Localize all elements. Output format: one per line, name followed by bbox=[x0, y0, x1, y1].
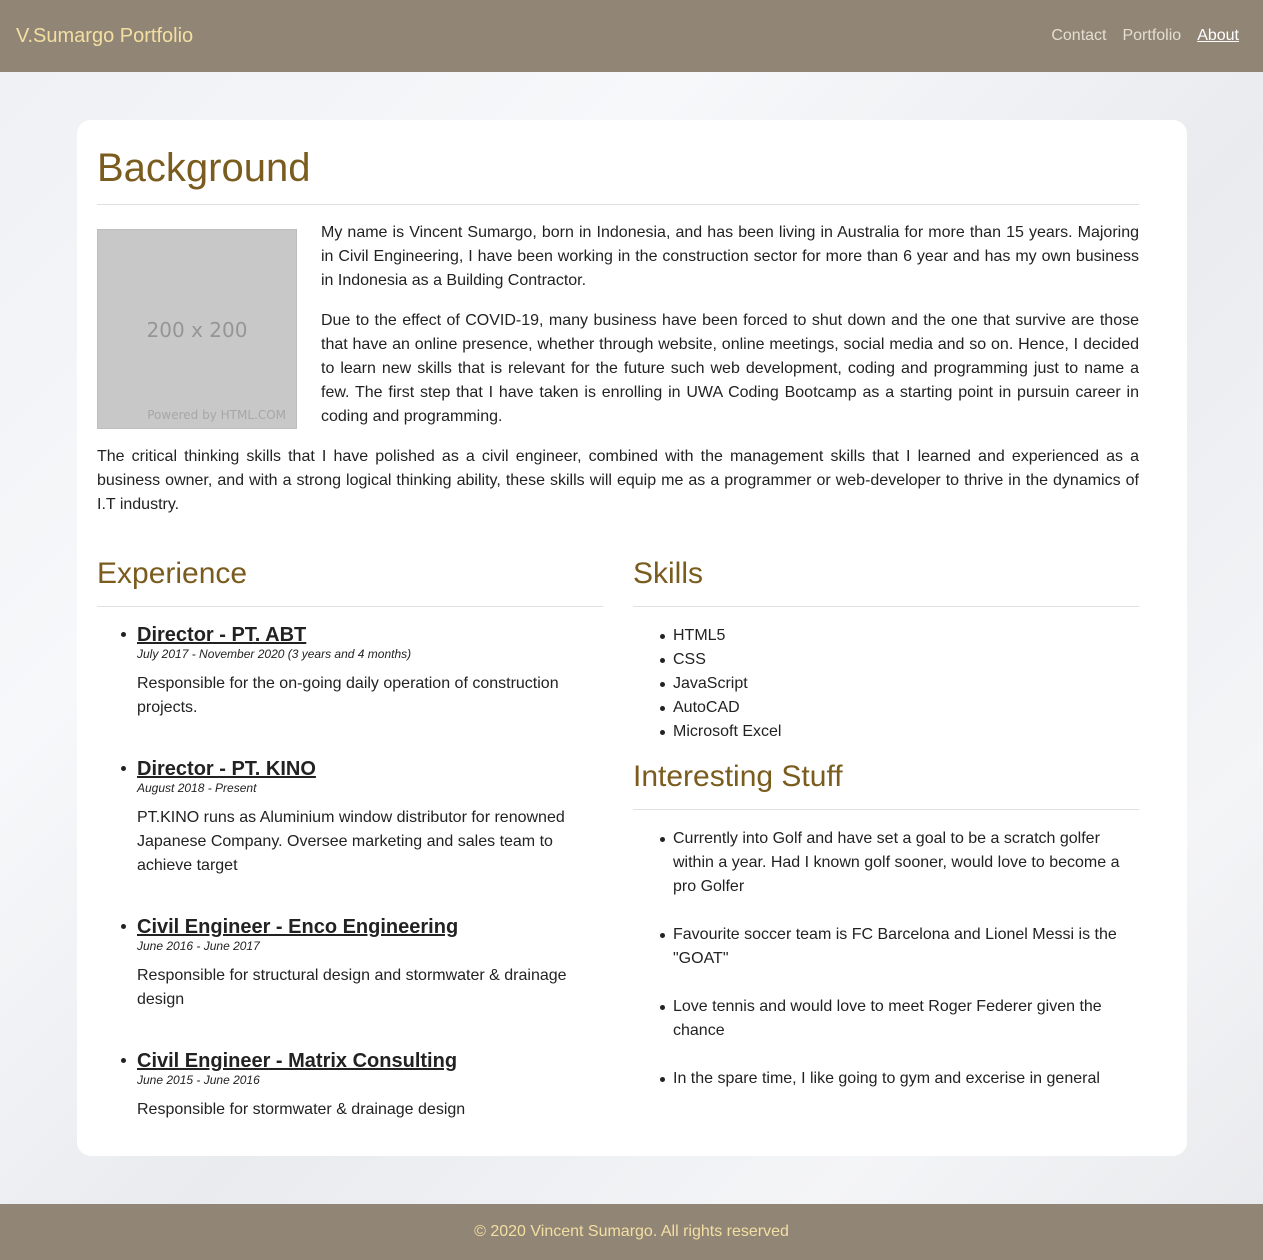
job-item: Director - PT. ABT July 2017 - November … bbox=[121, 624, 607, 720]
list-item: Favourite soccer team is FC Barcelona an… bbox=[633, 923, 1139, 971]
skills-list: HTML5 CSS JavaScript AutoCAD Microsoft E… bbox=[633, 624, 1139, 744]
list-item: AutoCAD bbox=[633, 696, 1139, 720]
interesting-stuff-divider bbox=[633, 809, 1139, 810]
list-item: Love tennis and would love to meet Roger… bbox=[633, 995, 1139, 1043]
background-divider bbox=[97, 204, 1139, 205]
job-title-link[interactable]: Civil Engineer - Matrix Consulting bbox=[137, 1050, 607, 1072]
skills-divider bbox=[633, 606, 1139, 607]
bullet-icon bbox=[121, 632, 126, 637]
job-title-link[interactable]: Director - PT. KINO bbox=[137, 758, 607, 780]
photo-dimension-label: 200 x 200 bbox=[146, 318, 248, 342]
nav-link-portfolio[interactable]: Portfolio bbox=[1122, 26, 1181, 46]
job-dates: June 2016 - June 2017 bbox=[137, 939, 260, 953]
nav-links: Contact Portfolio About bbox=[1051, 26, 1239, 46]
job-description: Responsible for structural design and st… bbox=[137, 967, 567, 1008]
background-heading: Background bbox=[97, 146, 311, 190]
list-item: Microsoft Excel bbox=[633, 720, 1139, 744]
brand-link[interactable]: V.Sumargo Portfolio bbox=[16, 24, 193, 48]
job-description: PT.KINO runs as Aluminium window distrib… bbox=[137, 809, 565, 874]
nav-link-about[interactable]: About bbox=[1197, 26, 1239, 46]
experience-divider bbox=[97, 606, 603, 607]
job-dates: July 2017 - November 2020 (3 years and 4… bbox=[137, 647, 412, 661]
profile-photo-placeholder: 200 x 200 Powered by HTML.COM bbox=[97, 229, 297, 429]
job-title-link[interactable]: Civil Engineer - Enco Engineering bbox=[137, 916, 607, 938]
photo-credit: Powered by HTML.COM bbox=[147, 408, 286, 422]
bio-paragraph-1: My name is Vincent Sumargo, born in Indo… bbox=[321, 224, 1139, 289]
bullet-icon bbox=[121, 1058, 126, 1063]
job-dates: June 2015 - June 2016 bbox=[137, 1073, 260, 1087]
list-item: JavaScript bbox=[633, 672, 1139, 696]
skills-heading: Skills bbox=[633, 557, 704, 590]
bullet-icon bbox=[121, 766, 126, 771]
footer: © 2020 Vincent Sumargo. All rights reser… bbox=[0, 1204, 1263, 1260]
list-item: Currently into Golf and have set a goal … bbox=[633, 827, 1139, 899]
list-item: CSS bbox=[633, 648, 1139, 672]
job-description: Responsible for the on-going daily opera… bbox=[137, 675, 559, 716]
bullet-icon bbox=[121, 924, 126, 929]
content-card: Background 200 x 200 Powered by HTML.COM… bbox=[77, 120, 1187, 1156]
navbar: V.Sumargo Portfolio Contact Portfolio Ab… bbox=[0, 0, 1263, 72]
interesting-stuff-list: Currently into Golf and have set a goal … bbox=[633, 827, 1139, 1115]
footer-copyright: © 2020 Vincent Sumargo. All rights reser… bbox=[474, 1223, 789, 1240]
list-item: In the spare time, I like going to gym a… bbox=[633, 1067, 1139, 1091]
job-description: Responsible for stormwater & drainage de… bbox=[137, 1101, 466, 1118]
list-item: HTML5 bbox=[633, 624, 1139, 648]
interesting-stuff-heading: Interesting Stuff bbox=[633, 760, 843, 793]
job-item: Civil Engineer - Matrix Consulting June … bbox=[121, 1050, 607, 1122]
job-item: Civil Engineer - Enco Engineering June 2… bbox=[121, 916, 607, 1012]
job-item: Director - PT. KINO August 2018 - Presen… bbox=[121, 758, 607, 878]
nav-link-contact[interactable]: Contact bbox=[1051, 26, 1106, 46]
bio-paragraph-2: Due to the effect of COVID-19, many busi… bbox=[321, 312, 1139, 425]
bio-paragraph-3: The critical thinking skills that I have… bbox=[97, 448, 1139, 513]
job-dates: August 2018 - Present bbox=[137, 781, 257, 795]
experience-heading: Experience bbox=[97, 557, 248, 590]
job-title-link[interactable]: Director - PT. ABT bbox=[137, 624, 607, 646]
